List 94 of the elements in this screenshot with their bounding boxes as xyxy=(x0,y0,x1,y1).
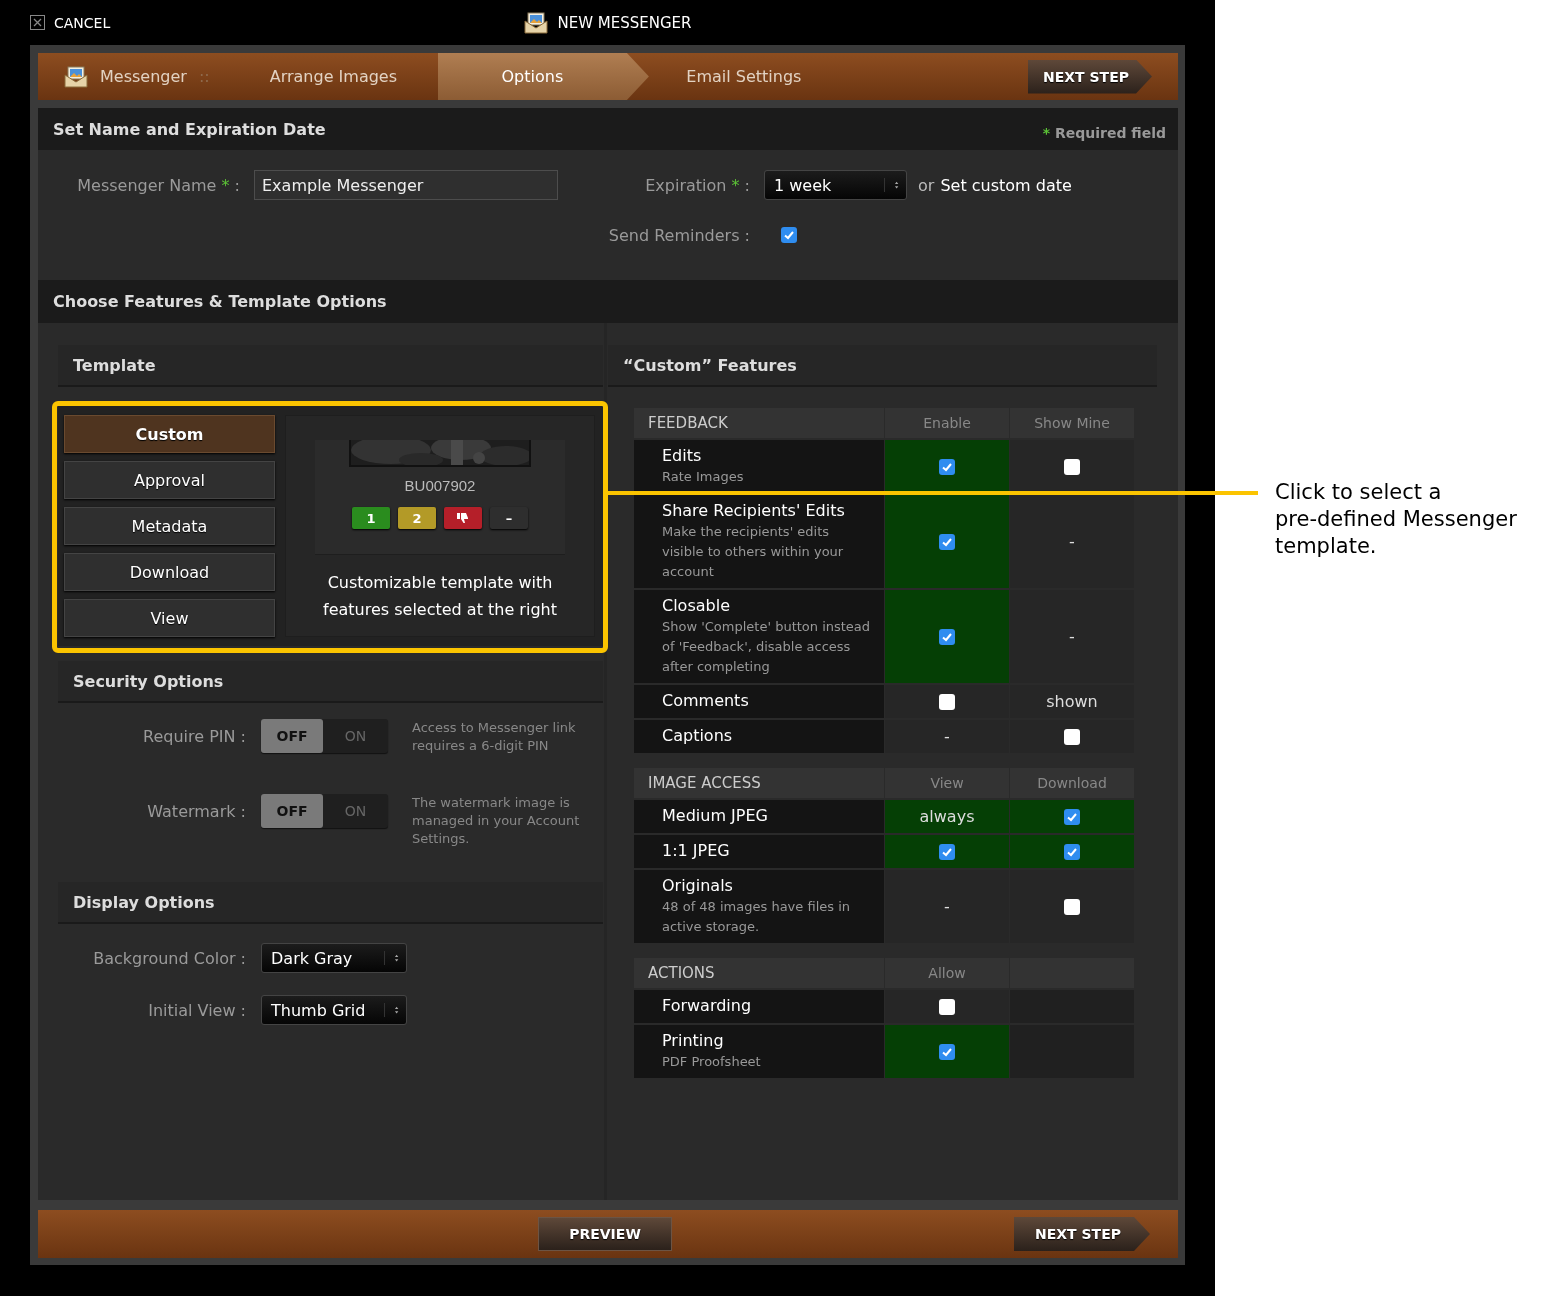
cell-text: always xyxy=(919,807,975,826)
rating-badge[interactable]: – xyxy=(490,507,528,529)
cancel-button[interactable]: CANCEL xyxy=(30,14,111,31)
cell-text: - xyxy=(1069,532,1075,551)
select-field[interactable]: 1 week xyxy=(764,170,907,200)
group-header: FEEDBACK xyxy=(634,408,884,438)
checkbox[interactable] xyxy=(939,533,955,550)
window-title: NEW MESSENGER xyxy=(557,13,692,32)
template-description: Customizable template with features selected at the right xyxy=(322,572,558,621)
custom-date-link[interactable]: Set custom date xyxy=(940,175,1072,195)
step-tab[interactable]: Email Settings xyxy=(648,53,839,100)
checkbox[interactable] xyxy=(939,693,955,710)
cell-text: - xyxy=(1069,627,1075,646)
image-code: BU007902 xyxy=(404,477,476,494)
checkbox[interactable] xyxy=(1064,458,1080,475)
select-field[interactable]: Thumb Grid xyxy=(261,995,407,1025)
select-field[interactable]: Dark Gray xyxy=(261,943,407,973)
rating-badge[interactable]: 1 xyxy=(352,507,390,529)
toggle-label: Require PIN : xyxy=(142,727,246,746)
select-label: Background Color : xyxy=(92,948,246,968)
or-text: or xyxy=(918,175,935,195)
checkbox[interactable] xyxy=(939,458,955,475)
feature-name: Share Recipients' Edits xyxy=(662,500,846,522)
checkbox[interactable] xyxy=(939,1043,955,1060)
section-title: Choose Features & Template Options xyxy=(38,280,1178,323)
section-title: Set Name and Expiration Date xyxy=(53,119,326,139)
step-tab[interactable]: Messenger xyxy=(38,53,187,100)
toggle-switch[interactable]: OFF ON xyxy=(261,794,388,828)
checkbox[interactable] xyxy=(939,628,955,645)
step-separator: :: xyxy=(198,67,211,86)
panel-header: Display Options xyxy=(58,882,603,924)
feature-description: 48 of 48 images have files in active storage. xyxy=(662,898,851,936)
template-option[interactable]: Custom xyxy=(64,415,275,453)
checkbox[interactable] xyxy=(1064,843,1080,860)
group-header: ACTIONS xyxy=(634,958,884,988)
panel-header: Security Options xyxy=(58,661,603,703)
step-tab[interactable]: Arrange Images xyxy=(228,53,438,100)
template-option[interactable]: Approval xyxy=(64,461,275,499)
field-label: Send Reminders : xyxy=(607,225,750,245)
select-label: Initial View : xyxy=(147,1000,246,1020)
feature-name: 1:1 JPEG xyxy=(662,840,731,862)
feature-description: PDF Proofsheet xyxy=(662,1053,762,1071)
checkbox[interactable] xyxy=(781,227,797,243)
feature-name: Comments xyxy=(662,690,750,712)
feature-name: Closable xyxy=(662,595,731,617)
required-note: * Required field xyxy=(1042,124,1166,141)
step-tab[interactable]: Options xyxy=(437,53,649,100)
feature-description: Rate Images xyxy=(662,468,745,486)
next-step-button[interactable]: NEXT STEP xyxy=(1028,59,1152,94)
cell-text: - xyxy=(944,897,950,916)
checkbox[interactable] xyxy=(939,998,955,1015)
checkbox[interactable] xyxy=(1064,808,1080,825)
feature-name: Printing xyxy=(662,1030,725,1052)
close-icon xyxy=(30,15,45,30)
toggle-label: Watermark : xyxy=(146,802,246,821)
panel-header: “Custom” Features xyxy=(608,345,1157,387)
feature-name: Originals xyxy=(662,875,734,897)
updown-arrows-icon xyxy=(884,178,900,192)
text-field[interactable]: Example Messenger xyxy=(254,170,558,200)
preview-button[interactable]: PREVIEW xyxy=(538,1217,672,1251)
group-header: IMAGE ACCESS xyxy=(634,768,884,798)
panel-header: Template xyxy=(58,345,603,387)
template-option[interactable]: Download xyxy=(64,553,275,591)
column-header: Download xyxy=(1010,768,1134,798)
cell-text: - xyxy=(944,727,950,746)
field-label: Messenger Name * : xyxy=(76,175,240,195)
field-label: Expiration * : xyxy=(644,175,750,195)
toggle-switch[interactable]: OFF ON xyxy=(261,719,388,753)
column-header: Show Mine xyxy=(1010,408,1134,438)
template-option[interactable]: View xyxy=(64,599,275,637)
feature-description: Show 'Complete' button instead of 'Feedback', disable access after completing xyxy=(662,618,872,676)
feature-name: Edits xyxy=(662,445,703,467)
checkbox[interactable] xyxy=(939,843,955,860)
toggle-note: Access to Messenger link requires a 6-digit PIN xyxy=(412,719,577,755)
envelope-photo-icon xyxy=(64,65,88,88)
column-header: View xyxy=(885,768,1009,798)
column-header: Enable xyxy=(885,408,1009,438)
cell-text: shown xyxy=(1046,692,1098,711)
feature-name: Captions xyxy=(662,725,734,747)
thumbs-down-icon xyxy=(457,512,469,524)
feature-name: Medium JPEG xyxy=(662,805,769,827)
feature-name: Forwarding xyxy=(662,995,753,1017)
checkbox[interactable] xyxy=(1064,728,1080,745)
envelope-photo-icon xyxy=(523,11,548,34)
updown-arrows-icon xyxy=(384,951,400,965)
callout-text: Click to select a pre-defined Messenger template. xyxy=(1275,479,1518,560)
next-step-button[interactable]: NEXT STEP xyxy=(1014,1217,1150,1251)
reject-badge[interactable] xyxy=(444,507,482,529)
template-option[interactable]: Metadata xyxy=(64,507,275,545)
updown-arrows-icon xyxy=(384,1003,400,1017)
checkbox[interactable] xyxy=(1064,898,1080,915)
feature-description: Make the recipients' edits visible to others within your account xyxy=(662,523,845,581)
column-header: Allow xyxy=(885,958,1009,988)
toggle-note: The watermark image is managed in your Account Settings. xyxy=(412,794,581,848)
